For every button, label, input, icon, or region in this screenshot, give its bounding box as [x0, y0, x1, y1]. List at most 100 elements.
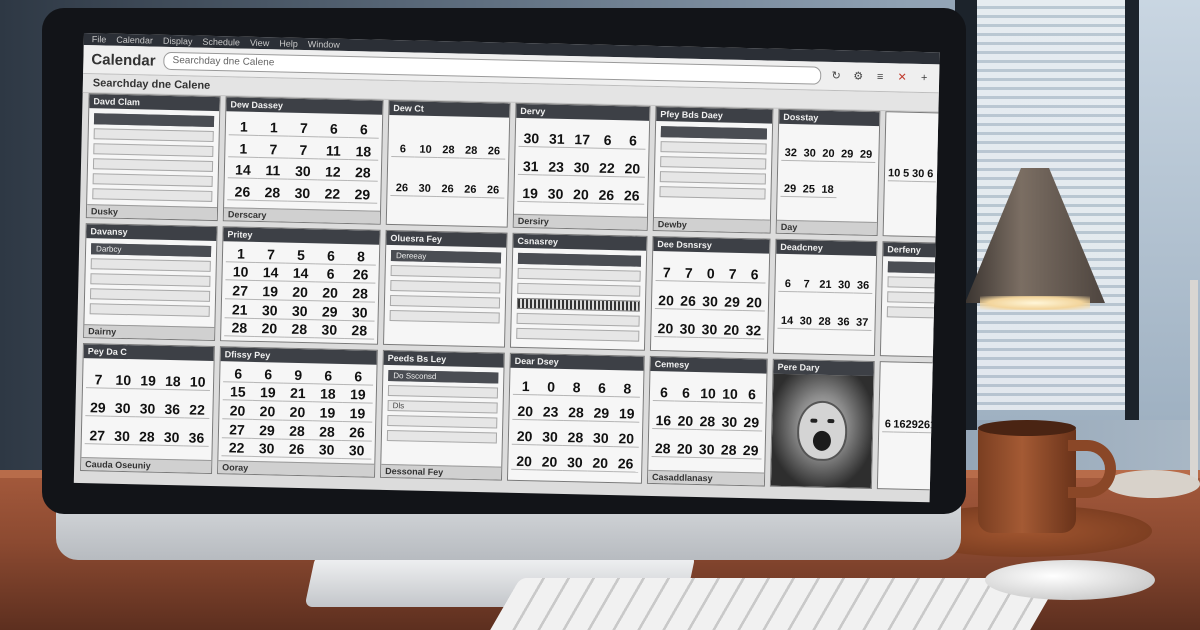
day-cell[interactable]: 20: [613, 430, 640, 448]
refresh-icon[interactable]: ↻: [829, 69, 843, 83]
day-cell[interactable]: 29: [837, 148, 857, 163]
day-cell[interactable]: 29: [314, 302, 345, 321]
day-cell[interactable]: 8: [563, 378, 590, 397]
day-cell[interactable]: 6: [778, 278, 798, 293]
day-cell[interactable]: 6: [924, 167, 937, 182]
day-cell[interactable]: 12: [317, 163, 349, 182]
day-cell[interactable]: 8: [614, 380, 641, 398]
day-cell[interactable]: 26: [618, 186, 645, 205]
day-cell[interactable]: 18: [312, 385, 344, 404]
event-row[interactable]: [517, 282, 641, 297]
day-cell[interactable]: 20: [252, 402, 283, 421]
day-cell[interactable]: 7: [255, 245, 287, 264]
day-cell[interactable]: 11: [318, 141, 349, 160]
day-cell[interactable]: 20: [314, 284, 346, 302]
day-cell[interactable]: 26: [281, 440, 312, 459]
day-cell[interactable]: 29: [85, 399, 111, 417]
day-cell[interactable]: 26: [227, 183, 258, 202]
day-cell[interactable]: 1: [512, 377, 539, 396]
day-cell[interactable]: 10: [887, 166, 901, 182]
calendar-panel[interactable]: Pritey 1 7 5 6 8 10 14 14 6 26 27 19 20 20 28 21 30 30 29 30…: [220, 226, 381, 345]
calendar-panel[interactable]: Pere Dary: [769, 358, 875, 489]
day-cell[interactable]: 19: [342, 404, 373, 423]
calendar-panel[interactable]: Peeds Bs Ley Do Ssconsd Dls Dessonal Fey: [379, 349, 505, 481]
day-cell[interactable]: 20: [673, 440, 696, 458]
day-cell[interactable]: 14: [255, 264, 286, 282]
day-cell[interactable]: 30: [698, 293, 722, 311]
day-cell[interactable]: 30: [110, 399, 136, 418]
menu-item[interactable]: Help: [279, 38, 298, 48]
day-cell[interactable]: 30: [159, 428, 185, 447]
day-cell[interactable]: 22: [184, 401, 210, 419]
day-cell[interactable]: 6: [315, 265, 346, 284]
day-cell[interactable]: 30: [284, 302, 315, 320]
day-cell[interactable]: 30: [542, 185, 569, 203]
day-cell[interactable]: 20: [818, 148, 838, 163]
close-icon[interactable]: ✕: [895, 70, 909, 84]
day-cell[interactable]: 19: [613, 405, 640, 423]
event-row[interactable]: [660, 156, 767, 170]
day-cell[interactable]: 6: [253, 365, 284, 384]
settings-icon[interactable]: ⚙: [851, 69, 865, 83]
day-cell[interactable]: 6: [313, 366, 344, 385]
day-cell[interactable]: 5: [285, 246, 317, 264]
event-row[interactable]: Dereeay: [390, 250, 502, 264]
day-cell[interactable]: 7: [721, 265, 744, 284]
day-cell[interactable]: 27: [221, 420, 253, 439]
event-row[interactable]: [389, 310, 500, 324]
day-cell[interactable]: 19: [342, 386, 374, 404]
event-row[interactable]: [90, 273, 211, 287]
day-cell[interactable]: 36: [853, 279, 873, 295]
event-row[interactable]: [887, 261, 940, 274]
day-cell[interactable]: 10: [718, 385, 742, 403]
event-row[interactable]: [93, 143, 214, 157]
event-row[interactable]: [92, 173, 213, 187]
day-cell[interactable]: 30: [800, 147, 820, 163]
day-cell[interactable]: 30: [518, 130, 545, 148]
day-cell[interactable]: 7: [677, 264, 700, 283]
day-cell[interactable]: 16: [652, 411, 675, 430]
calendar-panel[interactable]: Pey Da C 7 10 19 18 10 29 30 30 36 22 27 30 28 30 36 Cau…: [80, 343, 215, 475]
day-cell[interactable]: 20: [720, 321, 743, 340]
day-cell[interactable]: 28: [257, 184, 288, 202]
day-cell[interactable]: 6: [315, 246, 347, 265]
day-cell[interactable]: 19: [252, 384, 284, 402]
calendar-panel[interactable]: 10 5 30 6: [882, 111, 940, 238]
event-row[interactable]: [390, 280, 501, 294]
day-cell[interactable]: 30: [537, 428, 563, 446]
day-cell[interactable]: 1: [228, 118, 260, 136]
day-cell[interactable]: 6: [343, 367, 374, 386]
day-cell[interactable]: 20: [254, 320, 285, 338]
day-cell[interactable]: 30: [344, 303, 375, 322]
event-row[interactable]: [93, 113, 215, 127]
day-cell[interactable]: 6: [318, 120, 350, 138]
day-cell[interactable]: 6: [882, 418, 894, 433]
day-cell[interactable]: 20: [674, 412, 697, 430]
calendar-panel[interactable]: Deadcney 6 7 21 30 36 14 30 28 36 37: [772, 238, 878, 357]
calendar-panel[interactable]: Davd Clam Dusky: [85, 93, 221, 222]
day-cell[interactable]: 6: [223, 364, 254, 383]
day-cell[interactable]: 30: [287, 184, 318, 203]
menu-item[interactable]: Schedule: [202, 37, 240, 48]
menu-item[interactable]: File: [92, 34, 107, 44]
day-cell[interactable]: 14: [777, 314, 797, 329]
day-cell[interactable]: 20: [619, 159, 646, 178]
day-cell[interactable]: 30: [251, 440, 282, 458]
day-cell[interactable]: 1: [225, 244, 257, 263]
day-cell[interactable]: 1: [258, 118, 290, 137]
day-cell[interactable]: 26: [593, 186, 620, 204]
day-cell[interactable]: 21: [815, 279, 835, 294]
day-cell[interactable]: 0: [538, 378, 565, 396]
day-cell[interactable]: 28: [651, 439, 674, 458]
day-cell[interactable]: 6: [674, 384, 698, 402]
event-row[interactable]: [660, 141, 767, 155]
day-cell[interactable]: 20: [587, 454, 614, 473]
day-cell[interactable]: 7: [258, 140, 289, 159]
day-cell[interactable]: 20: [284, 283, 316, 302]
day-cell[interactable]: 30: [311, 441, 342, 460]
day-cell[interactable]: 28: [281, 422, 313, 440]
day-cell[interactable]: 19: [517, 184, 544, 203]
day-cell[interactable]: 30: [568, 158, 595, 177]
day-cell[interactable]: 30: [698, 321, 721, 339]
day-cell[interactable]: 10: [414, 143, 438, 158]
